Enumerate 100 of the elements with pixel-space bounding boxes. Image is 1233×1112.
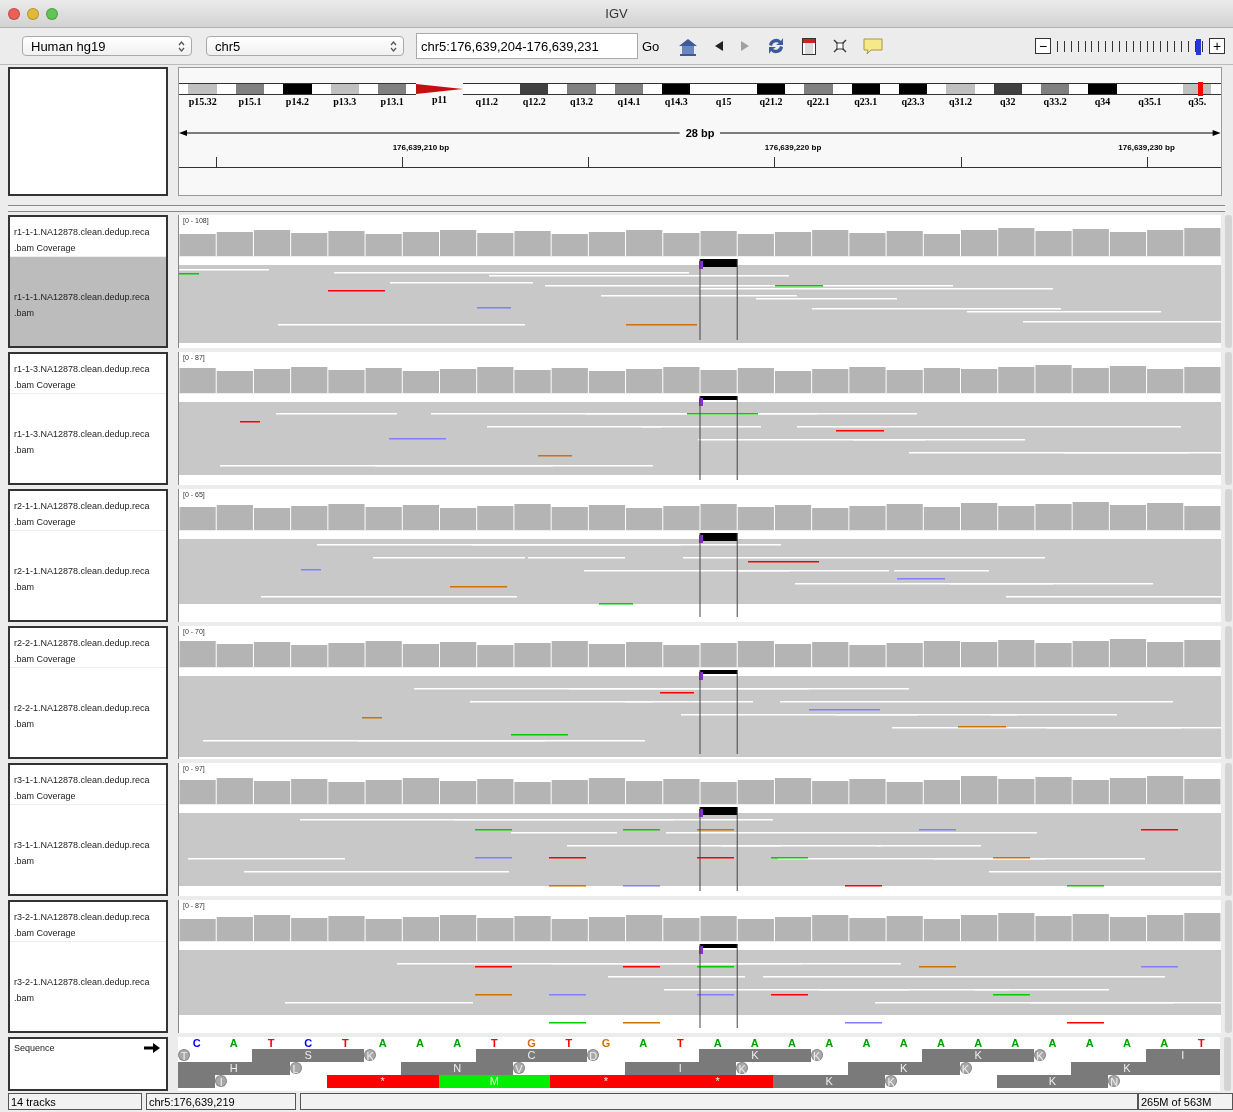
band-label: q15 — [714, 96, 733, 107]
base-letter: T — [341, 1037, 350, 1049]
base-letter: A — [861, 1037, 872, 1049]
amino-acid: I — [215, 1075, 228, 1087]
band-label: q14.3 — [663, 96, 689, 107]
splitter-bar[interactable] — [8, 205, 1225, 212]
scrollbar[interactable] — [1224, 1037, 1231, 1091]
status-text: chr5:176,639,219 — [146, 1093, 296, 1110]
chromosome-band[interactable] — [463, 83, 511, 95]
band-label: q21.2 — [758, 96, 784, 107]
amino-acid: K — [922, 1049, 1034, 1062]
zoom-out-button[interactable]: − — [1035, 38, 1051, 54]
band-label: q22.1 — [805, 96, 831, 107]
scrollbar[interactable] — [1225, 215, 1232, 348]
status-text: 14 tracks — [8, 1093, 142, 1110]
base-letter: T — [266, 1037, 276, 1049]
amino-acid: * — [550, 1075, 662, 1088]
band-label: q13.2 — [569, 96, 595, 107]
base-letter: T — [489, 1037, 499, 1049]
band-label: p13.3 — [332, 96, 358, 107]
band-label: p13.1 — [379, 96, 405, 107]
base-letter: C — [191, 1037, 202, 1049]
base-letter: T — [676, 1037, 685, 1049]
tick-label: 176,639,230 bp — [1117, 143, 1176, 154]
base-letter: A — [1047, 1037, 1058, 1049]
base-letter: A — [973, 1037, 984, 1049]
window-title: IGV — [604, 6, 629, 21]
amino-acid: M — [438, 1075, 551, 1088]
base-letter: A — [824, 1037, 835, 1049]
band-label: q31.2 — [947, 96, 973, 107]
amino-acid: * — [661, 1075, 774, 1088]
go-button[interactable]: Go — [638, 33, 664, 59]
band-label: q23.1 — [853, 96, 879, 107]
dropdown[interactable]: chr5 — [206, 36, 404, 56]
base-letter: G — [526, 1037, 537, 1049]
amino-acid: N — [1108, 1075, 1121, 1087]
band-label: q34 — [1093, 96, 1112, 107]
slider-thumb[interactable] — [1196, 39, 1201, 55]
strand-arrow-icon[interactable] — [144, 1043, 160, 1053]
band-label: q33.2 — [1042, 96, 1068, 107]
base-letter: A — [638, 1037, 649, 1049]
base-letter: T — [1197, 1037, 1206, 1049]
updown-icon — [178, 40, 185, 52]
amino-acid: C — [475, 1049, 588, 1062]
base-letter: A — [1010, 1037, 1021, 1049]
base-letter: A — [712, 1037, 723, 1049]
locus-field[interactable]: chr5:176,639,204-176,639,231 — [416, 33, 638, 59]
band-label: p14.2 — [284, 96, 310, 107]
dropdown[interactable]: Human hg19 — [22, 36, 192, 56]
amino-acid: * — [326, 1075, 439, 1088]
amino-acid: K — [736, 1062, 749, 1074]
base-letter: A — [898, 1037, 909, 1049]
track-name[interactable]: r1-1-1.NA12878.clean.dedup.reca .bam — [10, 257, 166, 346]
base-letter: A — [377, 1037, 388, 1049]
updown-icon — [390, 40, 397, 52]
base-letter: A — [787, 1037, 797, 1049]
band-label: q11.2 — [474, 96, 500, 107]
amino-acid: T — [178, 1049, 190, 1061]
span-label: 28 bp — [685, 127, 715, 139]
band-label: q35.1 — [1137, 96, 1163, 107]
amino-acid: K — [364, 1049, 377, 1061]
amino-acid: H — [178, 1062, 290, 1075]
close-button[interactable] — [8, 7, 20, 20]
base-letter: A — [1084, 1037, 1095, 1049]
amino-acid: I — [1145, 1049, 1220, 1062]
tick-label: 176,639,210 bp — [391, 143, 451, 154]
amino-acid: D — [587, 1049, 600, 1061]
amino-acid: K — [699, 1049, 811, 1062]
band-label: q32 — [999, 96, 1017, 107]
track-name[interactable]: Sequence — [14, 1043, 55, 1053]
band-label: q12.2 — [521, 96, 547, 107]
tick-label: 176,639,220 bp — [763, 143, 823, 154]
base-letter: A — [1121, 1037, 1132, 1049]
band-label: p11 — [430, 94, 448, 105]
base-letter: G — [600, 1037, 612, 1049]
base-letter: A — [935, 1037, 946, 1049]
scrollbar[interactable] — [1225, 900, 1232, 1033]
zoom-in-button[interactable]: + — [1209, 38, 1225, 54]
band-label: q23.3 — [900, 96, 926, 107]
amino-acid: K — [885, 1075, 898, 1087]
amino-acid: K — [996, 1075, 1109, 1088]
base-letter: A — [452, 1037, 463, 1049]
region-icon[interactable] — [801, 36, 818, 56]
chromosome-band[interactable] — [368, 83, 416, 95]
scrollbar[interactable] — [1225, 626, 1232, 759]
base-letter: A — [1159, 1037, 1170, 1049]
chromosome-band[interactable] — [1173, 83, 1221, 95]
amino-acid: S — [252, 1049, 365, 1062]
chromosome-band[interactable] — [179, 83, 227, 95]
scrollbar[interactable] — [1225, 352, 1232, 485]
base-letter: T — [564, 1037, 574, 1049]
base-letter: A — [228, 1037, 239, 1049]
band-label: p15.1 — [237, 96, 263, 107]
amino-acid: K — [847, 1062, 960, 1075]
base-letter: C — [303, 1037, 314, 1049]
zoom-slider[interactable] — [1055, 39, 1205, 53]
back-icon[interactable] — [713, 39, 726, 53]
scrollbar[interactable] — [1225, 489, 1232, 622]
amino-acid: K — [1071, 1062, 1183, 1075]
scrollbar[interactable] — [1225, 763, 1232, 896]
